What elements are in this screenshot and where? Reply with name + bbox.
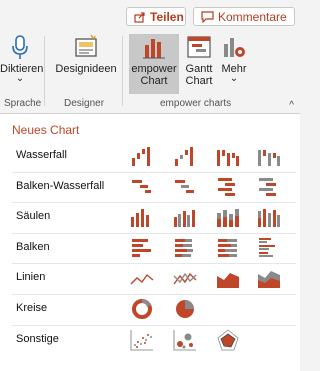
share-button[interactable]: Teilen [126,7,186,26]
microphone-icon [12,35,28,59]
collapse-ribbon-button[interactable]: ^ [289,100,294,111]
gantt-chart-button[interactable]: Gantt Chart [182,34,216,87]
top-bar: Teilen Kommentare [0,0,300,30]
chart-type-label: Linien [16,271,46,284]
chart-type-row: Sonstige [0,326,300,356]
bar-waterfall-chart-icon[interactable] [172,175,198,199]
chart-type-label: Balken-Wasserfall [16,179,105,192]
chart-type-label: Balken [16,240,50,253]
comments-label: Kommentare [218,9,287,24]
scatter-chart-icon[interactable] [129,328,155,352]
area-chart-icon[interactable] [215,266,241,290]
design-ideas-icon [75,34,97,57]
dictate-caret: ⌄ [15,73,25,84]
radar-chart-icon[interactable] [215,328,241,352]
chart-type-label: Sonstige [16,332,59,345]
bar-chart-icon[interactable] [172,236,198,260]
column-chart-icon[interactable] [172,205,198,229]
waterfall-chart-icon[interactable] [256,144,282,168]
line-chart-icon[interactable] [129,266,155,290]
chart-type-row: Balken-Wasserfall [0,173,300,203]
design-ideas-label: Designideen [55,63,117,75]
chart-type-label: Kreise [16,302,48,314]
chart-type-label: Säulen [16,210,51,223]
chart-type-row: Kreise [0,295,300,325]
gantt-chart-icon [187,36,211,58]
chart-type-row: Säulen [0,203,300,233]
new-chart-panel: Neues Chart Wasserfall Balken-Wasserfall S… [0,113,300,371]
group-label-designer: Designer [64,98,105,109]
chart-type-row: Balken [0,234,300,264]
bar-waterfall-chart-icon[interactable] [256,175,282,199]
comments-button[interactable]: Kommentare [193,7,295,26]
column-chart-icon[interactable] [129,205,155,229]
bar-chart-icon[interactable] [215,236,241,260]
design-ideas-button[interactable]: Designideen [55,34,117,75]
group-divider [122,36,123,106]
pie-chart-icon[interactable] [172,297,198,321]
panel-title: Neues Chart [12,123,80,137]
empower-chart-label: empower Chart [131,63,177,87]
area-chart-icon[interactable] [256,266,282,290]
column-chart-icon[interactable] [256,205,282,229]
gantt-chart-label: Gantt Chart [185,63,213,87]
chart-settings-icon [224,38,245,57]
chart-type-label: Wasserfall [16,149,67,161]
donut-chart-icon[interactable] [129,297,155,321]
empower-chart-button[interactable]: empower Chart [129,34,179,94]
group-label-speech: Sprache [4,98,42,109]
ribbon: Diktieren ⌄ Sprache Designideen Designer… [0,30,300,113]
line-chart-icon[interactable] [172,266,198,290]
waterfall-chart-icon[interactable] [172,144,198,168]
empower-chart-icon [143,39,165,59]
group-label-empower: empower charts [160,98,232,109]
more-caret: ⌄ [229,73,239,84]
group-divider [44,36,45,106]
bar-chart-icon[interactable] [129,236,155,260]
waterfall-chart-icon[interactable] [129,144,155,168]
bar-waterfall-chart-icon[interactable] [129,175,155,199]
chart-type-row: Linien [0,264,300,294]
share-icon [134,11,145,23]
bubble-chart-icon[interactable] [172,328,198,352]
comment-icon [201,10,214,23]
column-chart-icon[interactable] [215,205,241,229]
bar-waterfall-chart-icon[interactable] [215,175,241,199]
more-button[interactable]: Mehr ⌄ [219,34,249,84]
share-label: Teilen [150,9,184,24]
dictate-button[interactable]: Diktieren ⌄ [0,34,43,84]
bar-chart-icon[interactable] [256,236,282,260]
waterfall-chart-icon[interactable] [215,144,241,168]
chart-type-row: Wasserfall [0,142,300,172]
